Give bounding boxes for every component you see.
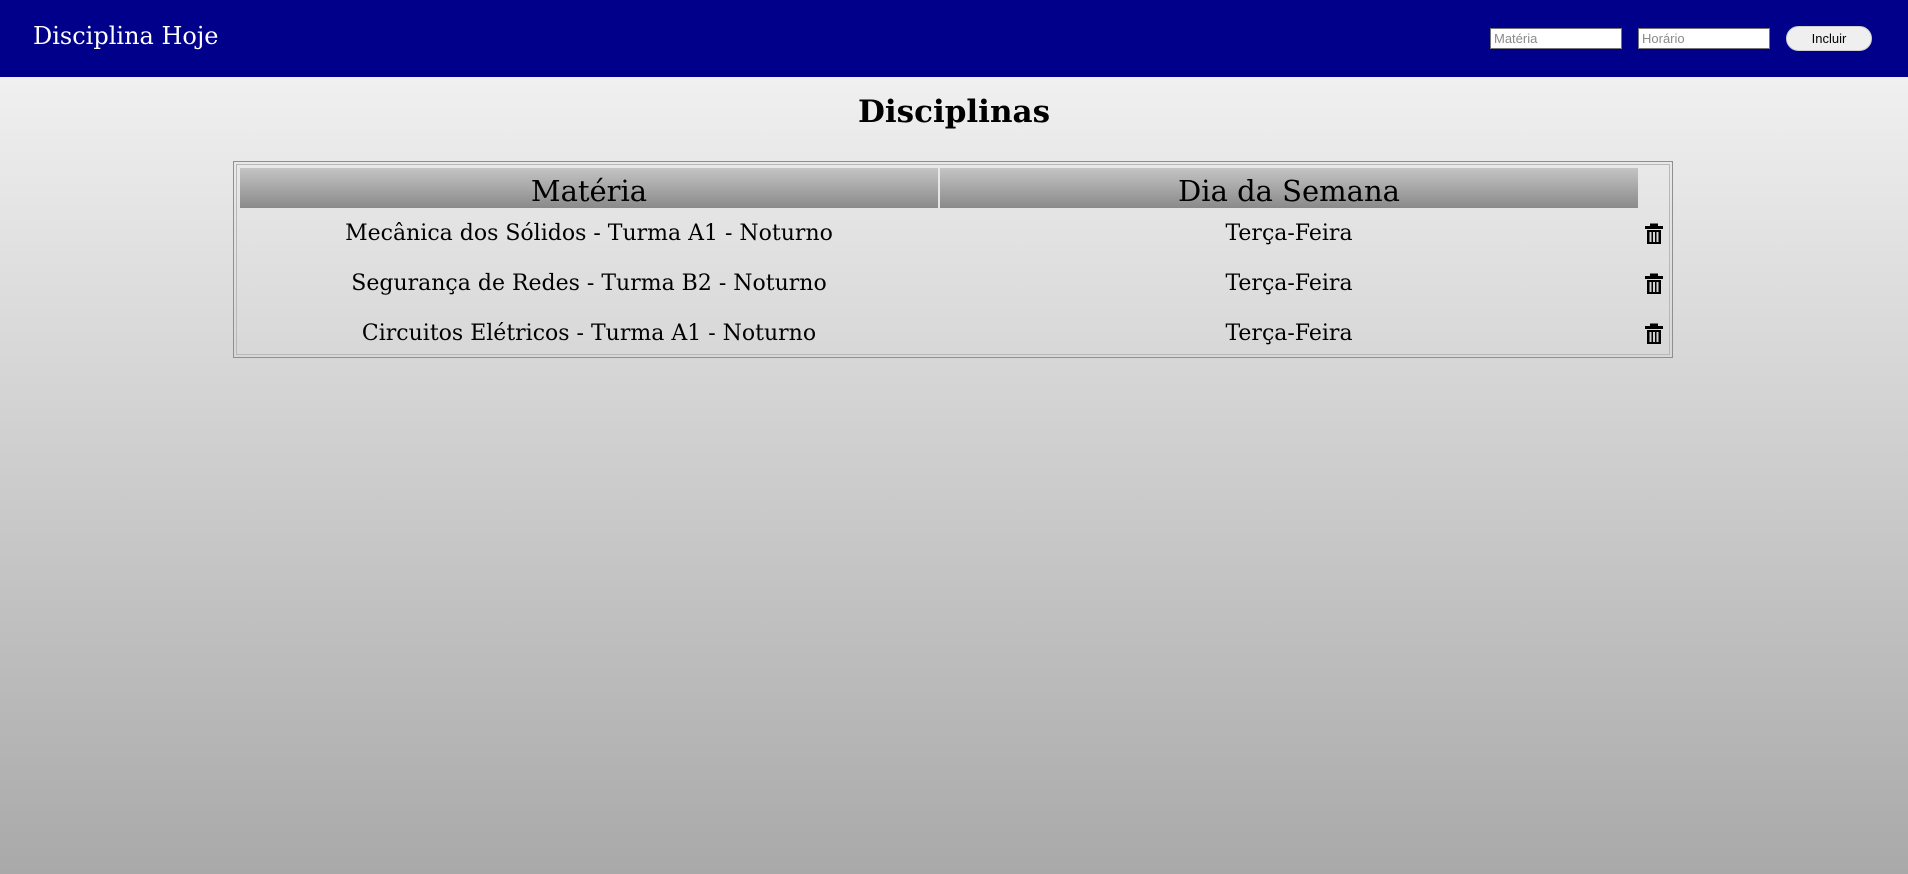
top-navbar: Disciplina Hoje Incluir bbox=[0, 0, 1908, 77]
column-header-materia: Matéria bbox=[240, 168, 938, 208]
cell-materia: Segurança de Redes - Turma B2 - Noturno bbox=[351, 271, 827, 296]
table-row: Mecânica dos Sólidos - Turma A1 - Noturn… bbox=[240, 209, 1670, 259]
cell-materia: Circuitos Elétricos - Turma A1 - Noturno bbox=[361, 321, 817, 346]
app-title: Disciplina Hoje bbox=[33, 22, 219, 50]
table-body: Matéria Dia da Semana Mecânica dos Sólid… bbox=[236, 164, 1670, 355]
add-discipline-form: Incluir bbox=[1490, 26, 1872, 51]
materia-input[interactable] bbox=[1490, 28, 1622, 49]
disciplines-table: Matéria Dia da Semana Mecânica dos Sólid… bbox=[233, 161, 1673, 358]
cell-materia: Mecânica dos Sólidos - Turma A1 - Noturn… bbox=[345, 221, 833, 246]
cell-dia-da-semana: Terça-Feira bbox=[1225, 321, 1353, 346]
horario-input[interactable] bbox=[1638, 28, 1770, 49]
trash-icon[interactable] bbox=[1644, 323, 1664, 345]
page-title: Disciplinas bbox=[857, 94, 1051, 130]
table-row: Segurança de Redes - Turma B2 - Noturno … bbox=[240, 259, 1670, 309]
incluir-button[interactable]: Incluir bbox=[1786, 26, 1872, 51]
column-header-dia-da-semana: Dia da Semana bbox=[940, 168, 1638, 208]
trash-icon[interactable] bbox=[1644, 273, 1664, 295]
trash-icon[interactable] bbox=[1644, 223, 1664, 245]
cell-dia-da-semana: Terça-Feira bbox=[1225, 221, 1353, 246]
table-row: Circuitos Elétricos - Turma A1 - Noturno… bbox=[240, 309, 1670, 359]
cell-dia-da-semana: Terça-Feira bbox=[1225, 271, 1353, 296]
